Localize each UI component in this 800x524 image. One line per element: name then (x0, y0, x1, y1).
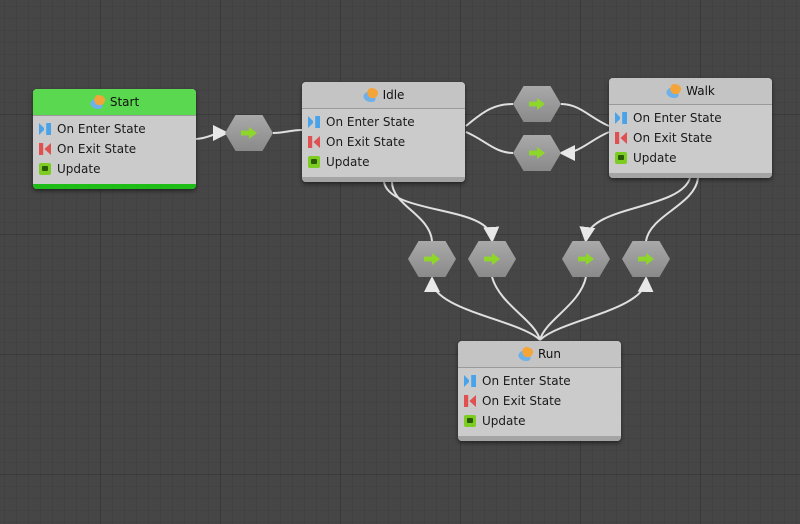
state-event-label: On Enter State (326, 115, 415, 129)
state-event-label: Update (57, 162, 101, 176)
edge-run-hex1 (424, 276, 541, 341)
state-event-label: Update (633, 151, 677, 165)
transition-arrow-icon (484, 253, 500, 265)
state-footer (609, 173, 772, 178)
edge-idle-hex-top (465, 103, 514, 127)
state-event-row[interactable]: Update (302, 152, 465, 172)
state-event-row[interactable]: On Enter State (609, 108, 772, 128)
on-exit-icon (464, 395, 476, 407)
state-event-label: On Exit State (482, 394, 562, 408)
state-event-label: Update (482, 414, 526, 428)
state-event-row[interactable]: Update (458, 411, 621, 431)
edge-hex4-walk (645, 177, 699, 242)
transition-arrow-icon (638, 253, 654, 265)
edge-hex2-run (491, 276, 541, 341)
state-event-row[interactable]: On Enter State (458, 371, 621, 391)
state-title: Run (537, 347, 561, 361)
state-title: Start (109, 95, 140, 109)
edge-walk-hex-bottom (559, 131, 610, 161)
state-header[interactable]: Walk (609, 78, 772, 105)
transition-arrow-icon (578, 253, 594, 265)
update-icon (308, 156, 320, 168)
state-event-label: On Enter State (633, 111, 722, 125)
transition-arrow-icon (424, 253, 440, 265)
state-footer (302, 177, 465, 182)
on-exit-icon (308, 136, 320, 148)
edge-hex-top-walk (560, 103, 610, 127)
state-title: Walk (686, 84, 715, 98)
state-title: Idle (382, 88, 405, 102)
update-icon (615, 152, 627, 164)
update-icon (39, 163, 51, 175)
state-icon (362, 88, 379, 102)
edge-hex-bottom-idle (465, 131, 514, 154)
on-exit-icon (615, 132, 627, 144)
state-event-row[interactable]: Update (33, 159, 196, 179)
state-event-label: On Enter State (482, 374, 571, 388)
state-event-row[interactable]: On Enter State (302, 112, 465, 132)
on-exit-icon (39, 143, 51, 155)
edge-hex3-run (539, 276, 587, 341)
state-footer (458, 436, 621, 441)
state-footer (33, 184, 196, 189)
state-event-label: On Exit State (57, 142, 137, 156)
state-node-start[interactable]: Start On Enter State On Exit State Update (33, 89, 196, 189)
state-icon (517, 347, 534, 361)
edge-start-hex (195, 125, 229, 142)
state-event-row[interactable]: Update (609, 148, 772, 168)
state-header[interactable]: Idle (302, 82, 465, 109)
state-icon (89, 95, 106, 109)
state-node-idle[interactable]: Idle On Enter State On Exit State Update (302, 82, 465, 182)
state-event-row[interactable]: On Exit State (33, 139, 196, 159)
on-enter-icon (464, 375, 476, 387)
state-event-label: On Enter State (57, 122, 146, 136)
edge-hex-idle (272, 129, 303, 134)
update-icon (464, 415, 476, 427)
state-node-walk[interactable]: Walk On Enter State On Exit State Update (609, 78, 772, 178)
state-header[interactable]: Start (33, 89, 196, 116)
on-enter-icon (39, 123, 51, 135)
transition-arrow-icon (529, 147, 545, 159)
state-event-row[interactable]: On Exit State (302, 132, 465, 152)
state-event-label: On Exit State (633, 131, 713, 145)
edge-hex1-idle (391, 181, 433, 242)
state-event-label: Update (326, 155, 370, 169)
transition-arrow-icon (529, 98, 545, 110)
on-enter-icon (308, 116, 320, 128)
state-event-label: On Exit State (326, 135, 406, 149)
state-icon (666, 84, 683, 98)
edge-run-hex4 (539, 276, 654, 341)
state-node-run[interactable]: Run On Enter State On Exit State Update (458, 341, 621, 441)
state-event-row[interactable]: On Enter State (33, 119, 196, 139)
transition-arrow-icon (241, 127, 257, 139)
state-event-row[interactable]: On Exit State (458, 391, 621, 411)
on-enter-icon (615, 112, 627, 124)
state-event-row[interactable]: On Exit State (609, 128, 772, 148)
edge-idle-hex2 (383, 181, 500, 243)
state-header[interactable]: Run (458, 341, 621, 368)
